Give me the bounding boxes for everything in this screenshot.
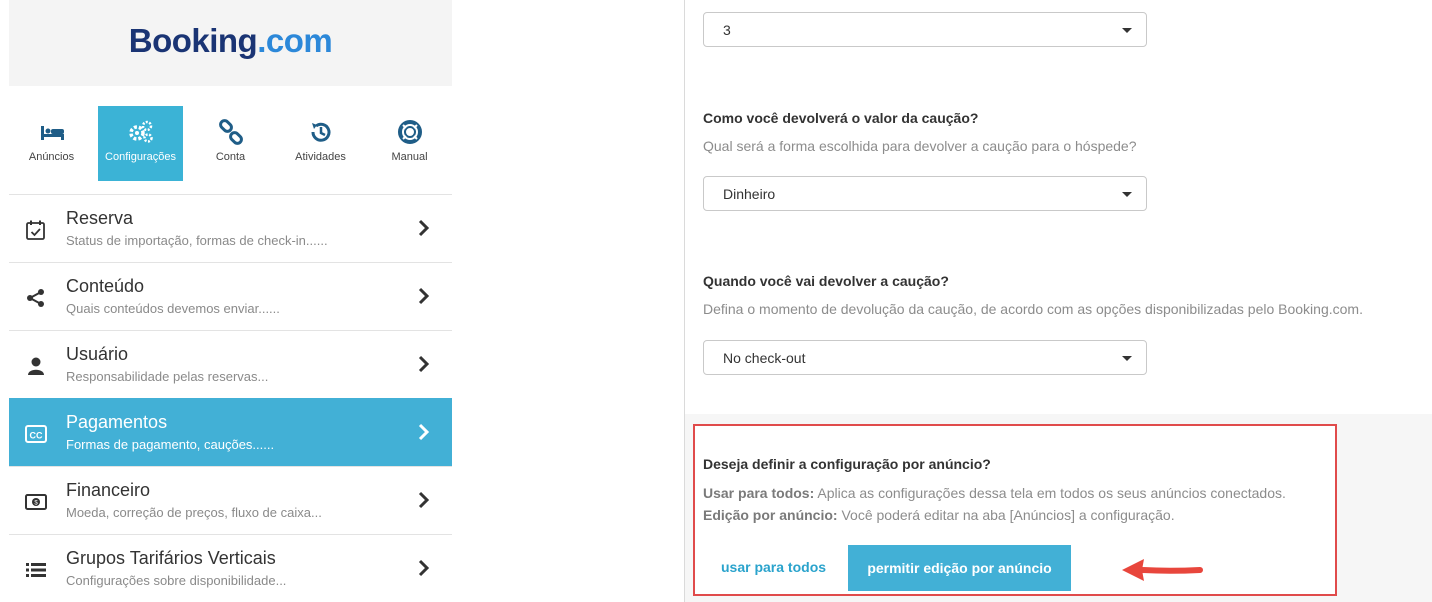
chevron-right-icon: [418, 491, 430, 509]
chevron-right-icon: [418, 219, 430, 237]
menu-item-pagamentos[interactable]: CC Pagamentos Formas de pagamento, cauçõ…: [9, 398, 452, 466]
hint-how-return: Qual será a forma escolhida para devolve…: [703, 138, 1137, 154]
arrow-left-icon: [1122, 559, 1203, 581]
list-icon: [26, 563, 46, 577]
menu-item-financeiro[interactable]: $ Financeiro Moeda, correção de preços, …: [9, 466, 452, 534]
return-moment-select[interactable]: No check-out: [703, 340, 1147, 375]
top-tabs: Anúncios Configurações Conta Atividades …: [9, 106, 452, 181]
share-icon: [27, 289, 44, 307]
history-icon: [310, 122, 330, 142]
credit-card-icon: CC: [25, 425, 47, 443]
calendar-check-icon: [26, 220, 45, 240]
money-icon: $: [25, 494, 47, 510]
settings-menu: Reserva Status de importação, formas de …: [9, 194, 452, 602]
user-icon: [28, 357, 44, 375]
logo-area: Booking.com: [9, 0, 452, 86]
question-when-return: Quando você vai devolver a caução?: [703, 273, 949, 289]
lifebuoy-icon: [397, 120, 422, 144]
caret-down-icon: [1122, 28, 1132, 33]
svg-text:CC: CC: [30, 431, 43, 441]
tab-manual[interactable]: Manual: [367, 106, 452, 181]
caret-down-icon: [1122, 192, 1132, 197]
chevron-right-icon: [418, 287, 430, 305]
menu-item-usuario[interactable]: Usuário Responsabilidade pelas reservas.…: [9, 330, 452, 398]
tab-anuncios[interactable]: Anúncios: [9, 106, 94, 181]
link-icon: [218, 119, 243, 145]
top-select[interactable]: 3: [703, 12, 1147, 47]
highlight-box: [693, 424, 1337, 596]
menu-item-reserva[interactable]: Reserva Status de importação, formas de …: [9, 194, 452, 262]
chevron-right-icon: [418, 423, 430, 441]
return-method-select[interactable]: Dinheiro: [703, 176, 1147, 211]
gears-icon: [128, 120, 153, 143]
sidebar: Booking.com Anúncios Configurações Conta…: [9, 0, 452, 602]
bed-icon: [40, 126, 64, 140]
chevron-right-icon: [418, 355, 430, 373]
menu-item-conteudo[interactable]: Conteúdo Quais conteúdos devemos enviar.…: [9, 262, 452, 330]
caret-down-icon: [1122, 356, 1132, 361]
chevron-right-icon: [418, 559, 430, 577]
booking-logo[interactable]: Booking.com: [129, 22, 333, 60]
tab-configuracoes[interactable]: Configurações: [98, 106, 183, 181]
question-how-return: Como você devolverá o valor da caução?: [703, 110, 979, 126]
tab-atividades[interactable]: Atividades: [278, 106, 363, 181]
menu-item-grupos-tarifarios[interactable]: Grupos Tarifários Verticais Configuraçõe…: [9, 534, 452, 602]
hint-when-return: Defina o momento de devolução da caução,…: [703, 301, 1363, 317]
tab-conta[interactable]: Conta: [188, 106, 273, 181]
